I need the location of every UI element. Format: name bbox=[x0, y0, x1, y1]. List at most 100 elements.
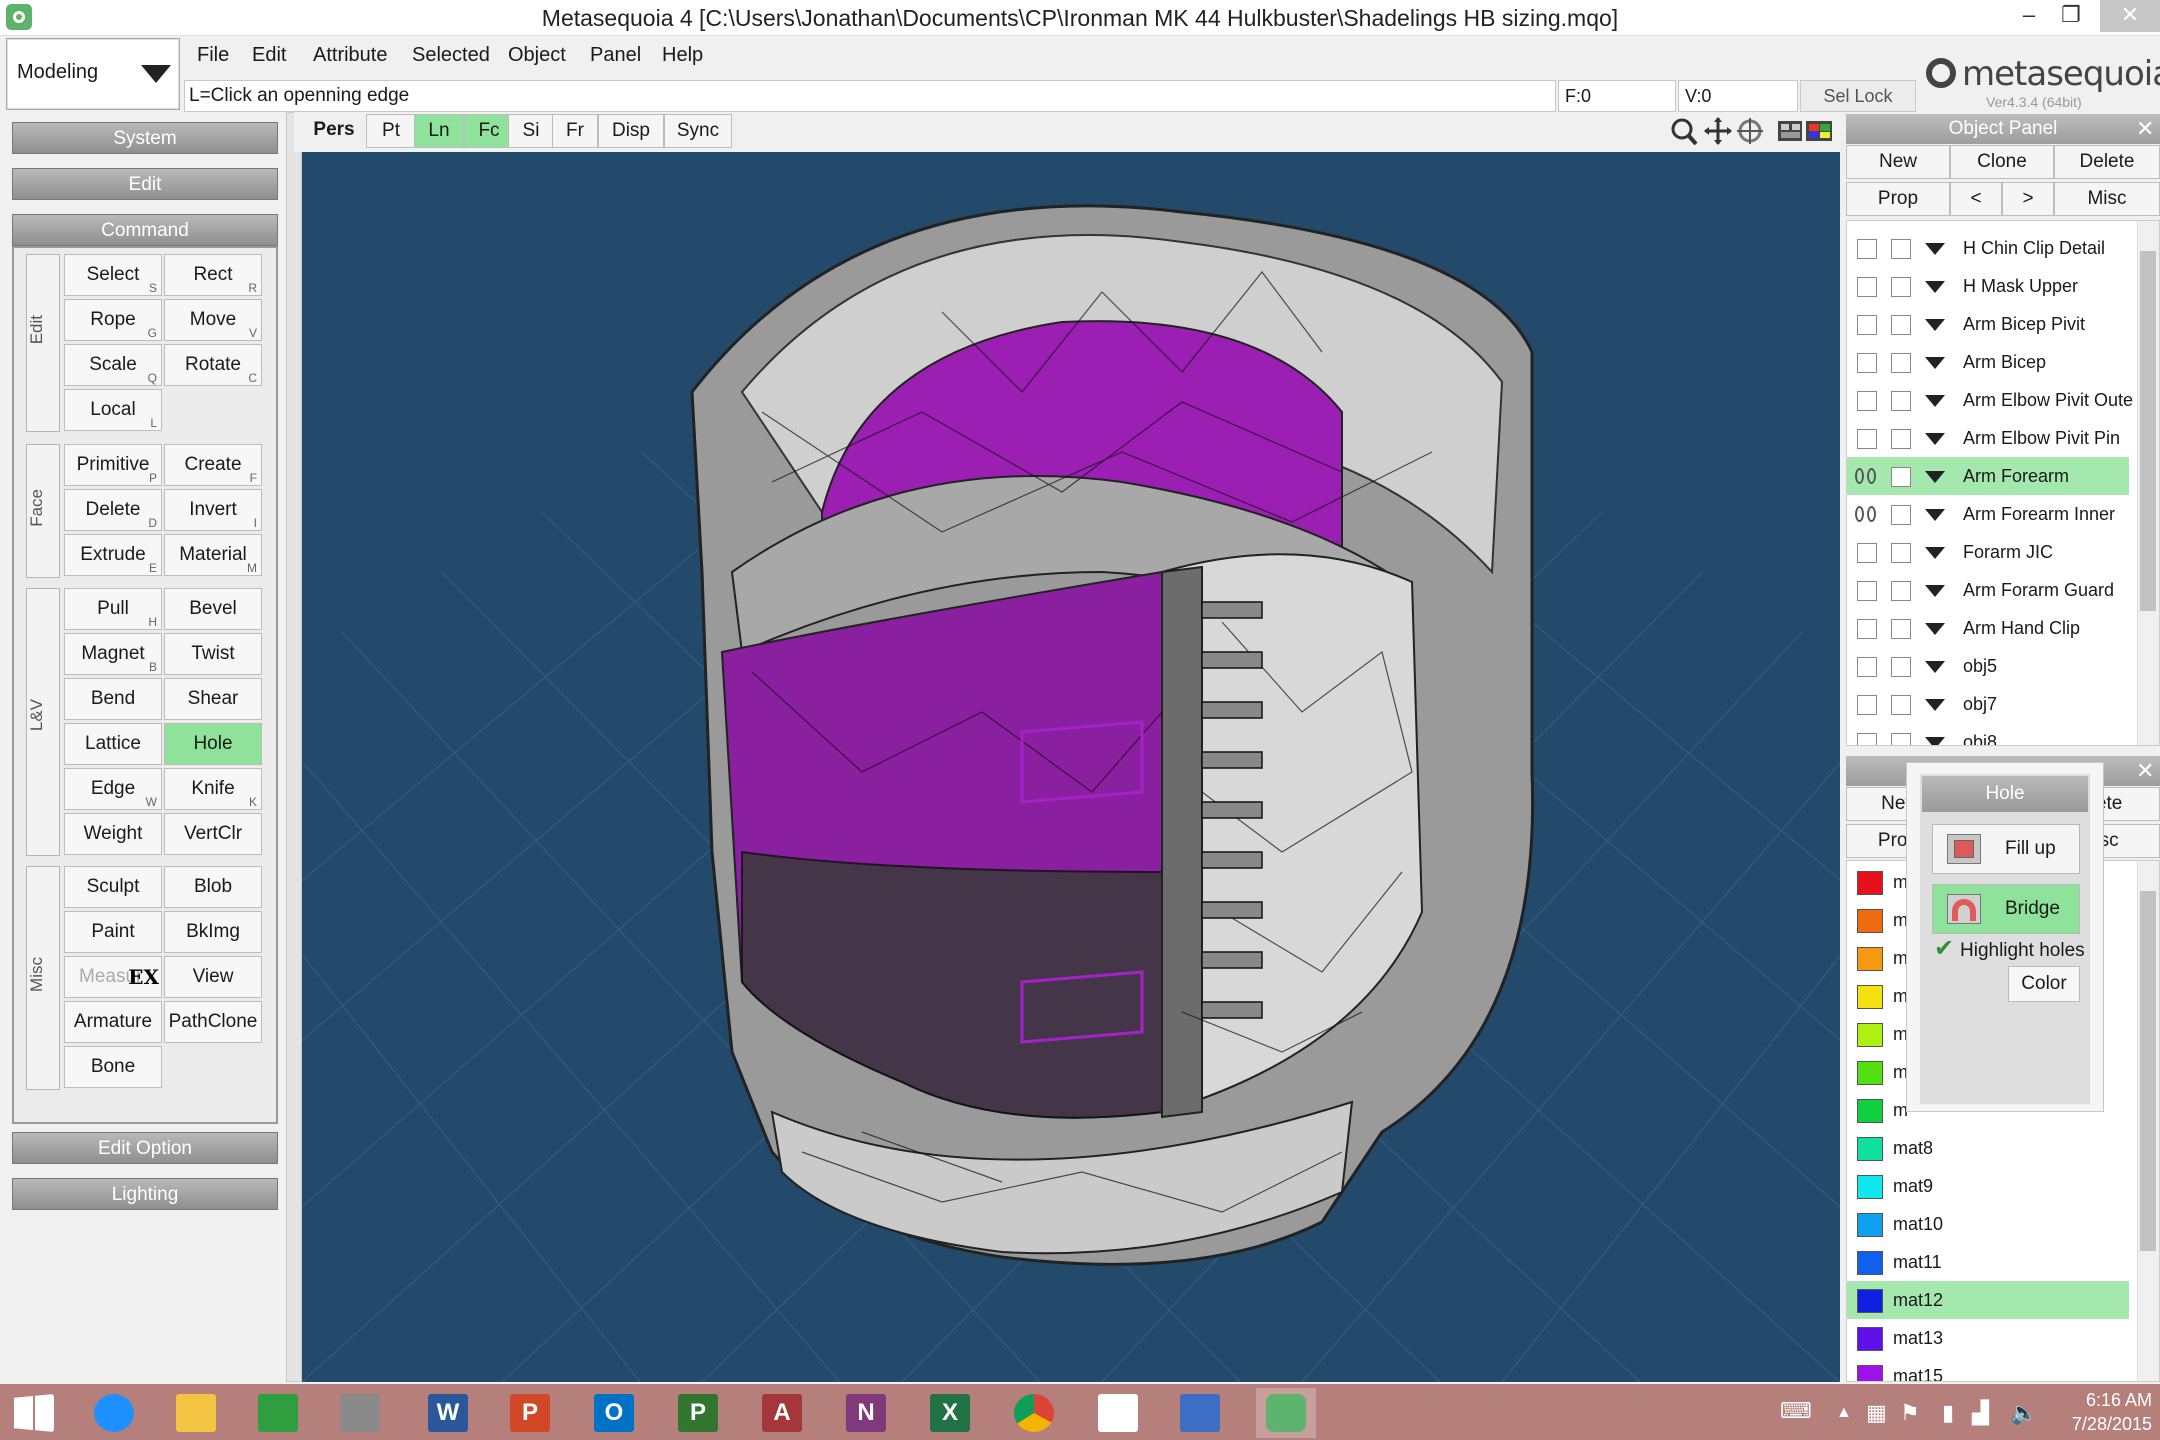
fill-up-button[interactable]: Fill up bbox=[1932, 824, 2080, 874]
flag-icon[interactable]: ⚑ bbox=[1900, 1400, 1920, 1426]
expand-arrow-icon[interactable] bbox=[1925, 547, 1945, 559]
object-row[interactable]: H Chin Clip Detail bbox=[1847, 229, 2129, 267]
bend-button[interactable]: Bend bbox=[64, 678, 162, 720]
object-row[interactable]: H Mask Upper bbox=[1847, 267, 2129, 305]
pathclone-button[interactable]: PathClone bbox=[164, 1001, 262, 1043]
lock-checkbox[interactable] bbox=[1891, 353, 1911, 373]
rotate-view-icon[interactable] bbox=[1737, 118, 1763, 144]
highlight-holes-checkbox[interactable]: ✔ bbox=[1934, 937, 1954, 961]
expand-arrow-icon[interactable] bbox=[1925, 585, 1945, 597]
lock-checkbox[interactable] bbox=[1891, 467, 1911, 487]
object-scroll-thumb[interactable] bbox=[2140, 251, 2156, 611]
maximize-button[interactable]: ❐ bbox=[2048, 0, 2094, 32]
menu-file[interactable]: File bbox=[197, 44, 229, 70]
keyboard-icon[interactable]: ⌨ bbox=[1780, 1398, 1812, 1424]
object-row[interactable]: Arm Bicep Pivit bbox=[1847, 305, 2129, 343]
expand-arrow-icon[interactable] bbox=[1925, 699, 1945, 711]
expand-arrow-icon[interactable] bbox=[1925, 509, 1945, 521]
material-color-swatch[interactable] bbox=[1857, 1099, 1883, 1123]
visibility-checkbox[interactable] bbox=[1857, 353, 1877, 373]
visibility-checkbox[interactable] bbox=[1857, 543, 1877, 563]
object-row[interactable]: obj5 bbox=[1847, 647, 2129, 685]
object-list-scrollbar[interactable] bbox=[2137, 221, 2159, 745]
viewport-scrollbar[interactable] bbox=[286, 112, 302, 1382]
visibility-checkbox[interactable] bbox=[1857, 695, 1877, 715]
command-panel-header[interactable]: Command bbox=[12, 214, 278, 246]
object-prev-button[interactable]: < bbox=[1950, 182, 2002, 216]
expand-arrow-icon[interactable] bbox=[1925, 623, 1945, 635]
material-color-swatch[interactable] bbox=[1857, 1023, 1883, 1047]
internet-explorer-taskbar-button[interactable] bbox=[84, 1388, 144, 1438]
vertclr-button[interactable]: VertClr bbox=[164, 813, 262, 855]
material-color-swatch[interactable] bbox=[1857, 947, 1883, 971]
move-button[interactable]: Move V bbox=[164, 299, 262, 341]
visibility-checkbox[interactable] bbox=[1857, 733, 1877, 745]
measure-button[interactable]: Measur EX bbox=[64, 956, 162, 998]
forearm-mesh-model[interactable] bbox=[690, 204, 1535, 1266]
material-row[interactable]: mat8 bbox=[1847, 1129, 2129, 1167]
visibility-checkbox[interactable] bbox=[1857, 239, 1877, 259]
material-row[interactable]: mat9 bbox=[1847, 1167, 2129, 1205]
visibility-checkbox[interactable] bbox=[1857, 657, 1877, 677]
object-misc-button[interactable]: Misc bbox=[2054, 182, 2160, 216]
edit-panel-header[interactable]: Edit bbox=[12, 168, 278, 200]
material-panel-close-icon[interactable]: ✕ bbox=[2136, 756, 2154, 786]
menu-panel[interactable]: Panel bbox=[590, 44, 641, 70]
pull-button[interactable]: Pull H bbox=[64, 588, 162, 630]
volume-icon[interactable]: 🔈 bbox=[2010, 1400, 2037, 1426]
edge-button[interactable]: Edge W bbox=[64, 768, 162, 810]
tab-pt[interactable]: Pt bbox=[366, 114, 416, 148]
visibility-checkbox[interactable] bbox=[1857, 277, 1877, 297]
bridge-button[interactable]: Bridge bbox=[1932, 884, 2080, 934]
edit-option-header[interactable]: Edit Option bbox=[12, 1132, 278, 1164]
metasequoia-taskbar-button[interactable] bbox=[1256, 1388, 1316, 1438]
visible-eye-icon[interactable] bbox=[1855, 506, 1864, 522]
visibility-checkbox[interactable] bbox=[1857, 391, 1877, 411]
zoom-icon[interactable] bbox=[1671, 118, 1698, 146]
expand-arrow-icon[interactable] bbox=[1925, 243, 1945, 255]
object-delete-button[interactable]: Delete bbox=[2054, 145, 2160, 179]
color-mode-icon[interactable] bbox=[1806, 121, 1832, 141]
layout-icon[interactable] bbox=[1778, 121, 1802, 141]
object-row[interactable]: Arm Elbow Pivit Pin bbox=[1847, 419, 2129, 457]
object-row[interactable]: obj8 bbox=[1847, 723, 2129, 745]
bone-button[interactable]: Bone bbox=[64, 1046, 162, 1088]
sculpt-button[interactable]: Sculpt bbox=[64, 866, 162, 908]
lock-checkbox[interactable] bbox=[1891, 657, 1911, 677]
tab-sync[interactable]: Sync bbox=[664, 114, 732, 148]
material-row[interactable]: mat15 bbox=[1847, 1357, 2129, 1381]
tab-disp[interactable]: Disp bbox=[598, 114, 664, 148]
lock-checkbox[interactable] bbox=[1891, 581, 1911, 601]
armature-button[interactable]: Armature bbox=[64, 1001, 162, 1043]
material-color-swatch[interactable] bbox=[1857, 1327, 1883, 1351]
object-clone-button[interactable]: Clone bbox=[1950, 145, 2054, 179]
material-row[interactable]: mat12 bbox=[1847, 1281, 2129, 1319]
tab-fc[interactable]: Fc bbox=[464, 114, 514, 148]
object-prop-button[interactable]: Prop bbox=[1846, 182, 1950, 216]
material-color-swatch[interactable] bbox=[1857, 909, 1883, 933]
visible-eye-icon[interactable] bbox=[1855, 468, 1864, 484]
action-center-icon[interactable]: ▦ bbox=[1866, 1400, 1887, 1426]
tab-fr[interactable]: Fr bbox=[552, 114, 598, 148]
store-taskbar-button[interactable] bbox=[248, 1388, 308, 1438]
material-color-swatch[interactable] bbox=[1857, 1175, 1883, 1199]
bevel-button[interactable]: Bevel bbox=[164, 588, 262, 630]
hole-color-button[interactable]: Color bbox=[2008, 966, 2080, 1002]
object-row[interactable]: obj7 bbox=[1847, 685, 2129, 723]
menu-help[interactable]: Help bbox=[662, 44, 703, 70]
material-color-swatch[interactable] bbox=[1857, 1213, 1883, 1237]
expand-arrow-icon[interactable] bbox=[1925, 471, 1945, 483]
material-color-swatch[interactable] bbox=[1857, 1289, 1883, 1313]
object-next-button[interactable]: > bbox=[2002, 182, 2054, 216]
pan-icon[interactable] bbox=[1704, 117, 1732, 145]
visibility-checkbox[interactable] bbox=[1857, 581, 1877, 601]
scale-button[interactable]: Scale Q bbox=[64, 344, 162, 386]
invert-button[interactable]: Invert I bbox=[164, 489, 262, 531]
paint-button[interactable]: Paint bbox=[64, 911, 162, 953]
tab-ln[interactable]: Ln bbox=[414, 114, 464, 148]
object-row[interactable]: Arm Forarm Guard bbox=[1847, 571, 2129, 609]
expand-arrow-icon[interactable] bbox=[1925, 357, 1945, 369]
material-list-scrollbar[interactable] bbox=[2137, 861, 2159, 1381]
lock-checkbox[interactable] bbox=[1891, 239, 1911, 259]
onenote-taskbar-button[interactable]: N bbox=[836, 1388, 896, 1438]
